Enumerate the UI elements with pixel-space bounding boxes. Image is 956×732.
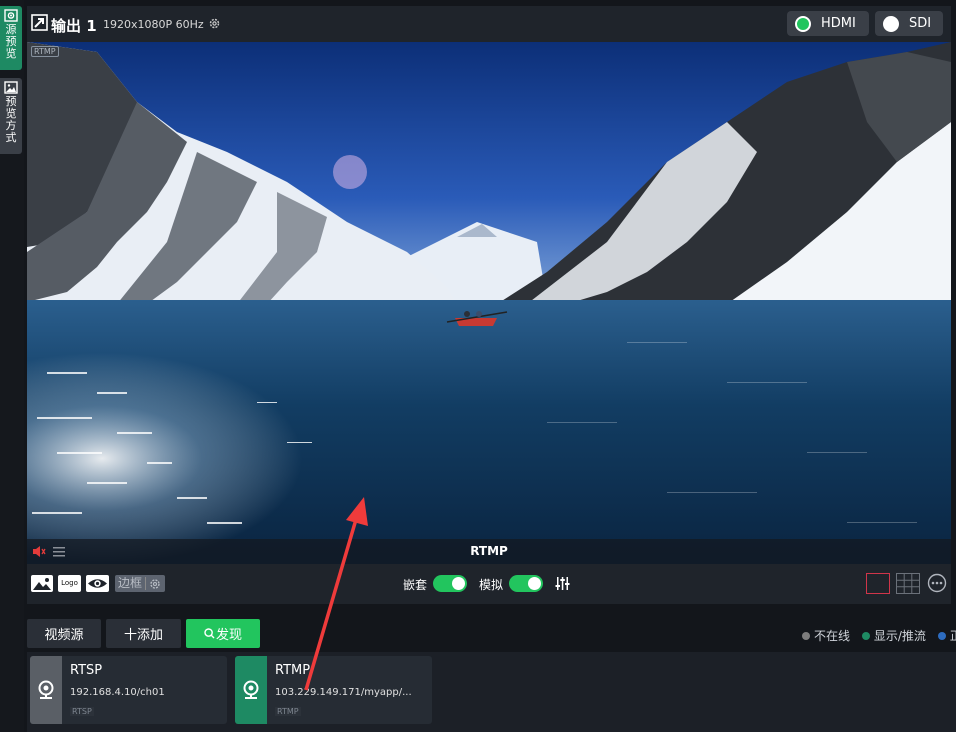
output-panel: 输出 1 1920x1080P 60Hz HDMI SDI RTMP RTMP …	[27, 6, 951, 604]
source-protocol-tag: RTMP	[275, 707, 301, 716]
gear-icon[interactable]	[208, 17, 221, 30]
more-options-icon[interactable]	[927, 573, 947, 593]
search-icon	[204, 628, 215, 639]
add-source-button[interactable]: 十添加	[106, 619, 181, 648]
preview-source-label: RTMP	[470, 544, 508, 558]
output-resolution: 1920x1080P 60Hz	[103, 18, 204, 31]
discover-label: 发现	[215, 628, 242, 643]
left-rail: 源预览 预览方式	[0, 0, 24, 732]
source-status-strip	[30, 656, 62, 724]
legend-label: 显示/推流	[873, 629, 926, 643]
tab-preview-mode-label: 预览方式	[5, 95, 17, 144]
sdi-button[interactable]: SDI	[875, 11, 943, 36]
sdi-status-dot	[883, 15, 899, 32]
tab-source-preview-label: 源预览	[5, 23, 17, 60]
app-root: 源预览 预览方式 输出 1 1920x1080P 60Hz HDMI SDI R…	[0, 0, 956, 732]
eye-icon[interactable]	[86, 575, 109, 592]
source-status-strip	[235, 656, 267, 724]
source-list: RTSP 192.168.4.10/ch01 RTSP RTMP 103.229…	[27, 652, 956, 732]
source-address: 192.168.4.10/ch01	[70, 687, 165, 698]
logo-button[interactable]: Logo	[58, 575, 81, 592]
output-header: 输出 1 1920x1080P 60Hz HDMI SDI	[27, 6, 951, 41]
preview-image	[27, 42, 951, 564]
hdmi-label: HDMI	[821, 16, 856, 31]
hdmi-button[interactable]: HDMI	[787, 11, 869, 36]
output-title: 输出 1	[51, 17, 97, 35]
gear-icon	[150, 579, 160, 589]
preview-status-bar: RTMP	[27, 539, 951, 564]
status-legend: 不在线 显示/推流 正	[802, 627, 956, 644]
eye-icon	[4, 9, 18, 22]
tab-preview-mode[interactable]: 预览方式	[0, 78, 22, 154]
source-name: RTSP	[70, 663, 103, 678]
export-icon	[31, 14, 48, 31]
sdi-label: SDI	[909, 16, 932, 31]
video-preview[interactable]: RTMP RTMP	[27, 42, 951, 564]
discover-button[interactable]: 发现	[186, 619, 260, 648]
source-name: RTMP	[275, 663, 311, 678]
single-layout-button[interactable]	[866, 573, 890, 594]
source-card-rtmp[interactable]: RTMP 103.229.149.171/myapp/... RTMP	[235, 656, 432, 724]
webcam-icon	[243, 680, 259, 699]
legend-label: 不在线	[814, 629, 851, 643]
legend-showing: 显示/推流	[861, 627, 926, 644]
audio-mixer-icon[interactable]	[555, 576, 570, 591]
analog-toggle[interactable]	[509, 575, 543, 592]
legend-label: 正	[949, 629, 956, 643]
embed-label: 嵌套	[403, 578, 428, 592]
source-protocol-tag: RTSP	[70, 707, 94, 716]
toggle-knob	[452, 577, 465, 590]
stream-watermark: RTMP	[31, 46, 59, 57]
legend-dot	[937, 632, 946, 640]
legend-dot	[861, 632, 870, 640]
hdmi-status-dot	[795, 15, 811, 32]
image-overlay-icon[interactable]	[31, 575, 53, 592]
border-label: 边框	[118, 576, 143, 590]
analog-label: 模拟	[479, 578, 504, 592]
border-button[interactable]: 边框	[115, 575, 165, 592]
image-icon	[4, 81, 18, 94]
tab-video-source[interactable]: 视频源	[27, 619, 101, 648]
grid-layout-icon[interactable]	[896, 573, 920, 594]
output-toolbar: Logo 边框 嵌套 模拟	[27, 564, 951, 604]
tab-source-preview[interactable]: 源预览	[0, 6, 22, 70]
embed-toggle[interactable]	[433, 575, 467, 592]
legend-dot	[802, 632, 810, 640]
legend-offline: 不在线	[802, 627, 850, 644]
divider	[145, 577, 146, 590]
toggle-knob	[528, 577, 541, 590]
legend-third: 正	[937, 627, 956, 644]
source-card-rtsp[interactable]: RTSP 192.168.4.10/ch01 RTSP	[30, 656, 227, 724]
source-address: 103.229.149.171/myapp/...	[275, 687, 412, 698]
webcam-icon	[38, 680, 54, 699]
